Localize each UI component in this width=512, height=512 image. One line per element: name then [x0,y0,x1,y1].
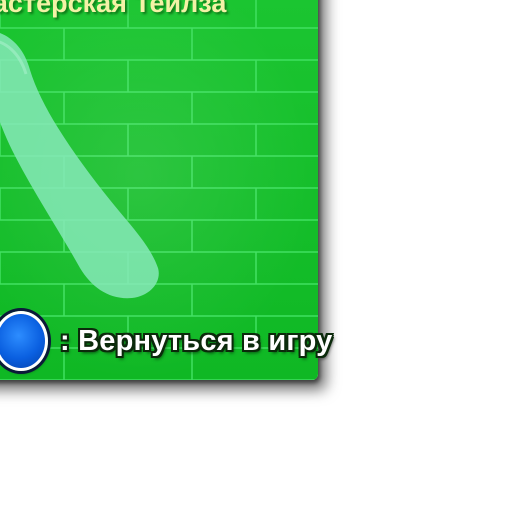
back-to-game-label: Вернуться в игру [78,324,333,357]
hint-separator: : [60,324,70,357]
game-screen: Мастерская Тейлза : Вернуться в игру [0,0,512,512]
blue-circle-button-icon[interactable] [0,311,48,371]
workshop-title: Мастерская Тейлза [0,0,227,18]
back-to-game-hint[interactable]: : Вернуться в игру [0,311,333,371]
